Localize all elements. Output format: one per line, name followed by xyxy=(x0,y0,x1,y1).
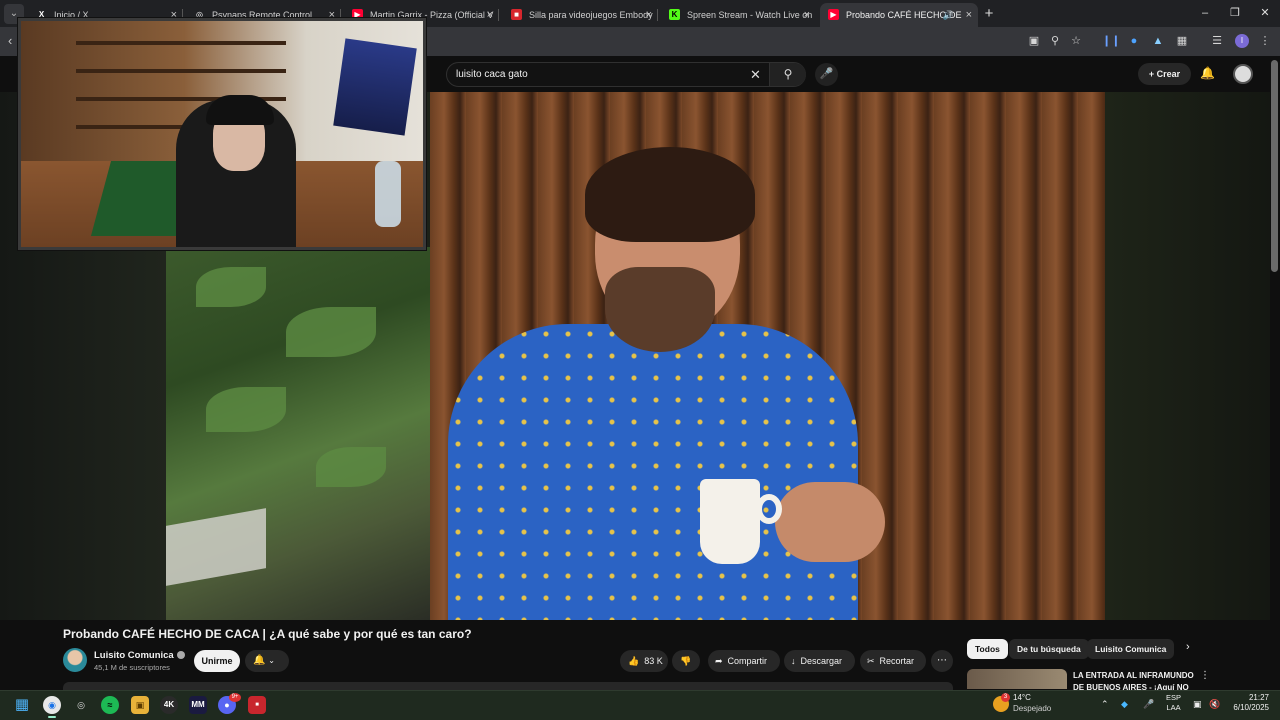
chevron-right-icon[interactable]: › xyxy=(1186,641,1190,653)
description-box[interactable] xyxy=(63,682,953,690)
share-button[interactable]: ➦ Compartir xyxy=(708,650,780,672)
volume-muted-icon[interactable]: 🔇 xyxy=(1209,699,1220,710)
coffee-cup xyxy=(700,479,760,564)
share-label: Compartir xyxy=(727,656,768,666)
tray-app-icon[interactable]: ◆ xyxy=(1121,699,1128,710)
browser-menu-icon[interactable]: ⋮ xyxy=(1257,33,1273,49)
network-icon[interactable]: ▣ xyxy=(1193,699,1202,710)
bell-icon: 🔔 xyxy=(253,655,266,666)
tab-silla[interactable]: ■ Silla para videojuegos Embody × xyxy=(503,3,658,27)
chrome-icon[interactable]: ◉ xyxy=(43,696,61,714)
clear-search-icon[interactable]: ✕ xyxy=(750,63,761,86)
recommendation-thumbnail[interactable] xyxy=(967,669,1067,689)
microphone-icon[interactable]: 🎤 xyxy=(1143,699,1154,710)
dislike-button[interactable]: 👎 xyxy=(672,650,700,672)
restore-button[interactable]: ❐ xyxy=(1218,0,1252,27)
clock-time: 21:27 xyxy=(1248,693,1269,702)
voice-search-button[interactable]: 🎤 xyxy=(815,63,838,86)
scissors-icon: ✂ xyxy=(867,656,875,666)
close-icon[interactable]: × xyxy=(804,3,810,27)
lang-top: ESP xyxy=(1166,693,1182,702)
extension-translate-icon[interactable]: ▲ xyxy=(1150,33,1166,49)
browser-profile-avatar[interactable]: I xyxy=(1235,34,1249,48)
tab-title: Silla para videojuegos Embody xyxy=(529,10,653,20)
tab-probando-cafe[interactable]: ▶ Probando CAFÉ HECHO DE 🔊 × xyxy=(820,3,978,27)
chip-from-search[interactable]: De tu búsqueda xyxy=(1009,639,1089,659)
search-input[interactable]: luisito caca gato xyxy=(456,63,528,86)
recommendation-title[interactable]: LA ENTRADA AL INFRAMUNDO DE BUENOS AIRES… xyxy=(1073,670,1198,690)
verified-icon xyxy=(176,651,185,660)
join-button[interactable]: Unirme xyxy=(194,650,240,672)
4k-downloader-icon[interactable]: 4K xyxy=(160,696,178,714)
system-clock[interactable]: 21:27 6/10/2025 xyxy=(1226,693,1269,713)
thumbs-up-icon: 👍 xyxy=(628,656,640,666)
extensions-puzzle-icon[interactable]: ▦ xyxy=(1174,33,1190,49)
subscriber-count: 45,1 M de suscriptores xyxy=(94,663,170,672)
weather-temperature[interactable]: 14°C xyxy=(1013,693,1031,702)
youtube-icon: ▶ xyxy=(828,9,839,20)
create-button[interactable]: + Crear xyxy=(1138,63,1191,85)
more-actions-button[interactable]: ⋯ xyxy=(931,650,953,672)
search-box[interactable]: luisito caca gato ✕ ⚲ xyxy=(446,62,806,87)
search-button[interactable]: ⚲ xyxy=(769,63,806,86)
create-label: Crear xyxy=(1156,69,1181,79)
subscription-bell-button[interactable]: 🔔 ⌄ xyxy=(245,650,289,672)
extension-audio-icon[interactable]: ❙❙ xyxy=(1102,33,1120,49)
discord-notification-badge: 9+ xyxy=(229,693,241,702)
store-icon: ■ xyxy=(511,9,522,20)
close-icon[interactable]: × xyxy=(646,3,652,27)
file-explorer-icon[interactable]: ▣ xyxy=(131,696,149,714)
thumbs-down-icon: 👎 xyxy=(680,656,692,666)
download-icon: ↓ xyxy=(791,656,796,666)
browser-alt-icon[interactable]: ◎ xyxy=(72,696,90,714)
tab-spreen-stream[interactable]: K Spreen Stream - Watch Live on × xyxy=(661,3,816,27)
kick-icon: K xyxy=(669,9,680,20)
channel-name: Luisito Comunica xyxy=(94,650,174,661)
clip-button[interactable]: ✂ Recortar xyxy=(860,650,926,672)
window-close-button[interactable]: ✕ xyxy=(1248,0,1280,27)
video-person xyxy=(448,324,858,620)
page-scrollbar[interactable] xyxy=(1271,60,1278,272)
zoom-icon[interactable]: ⚲ xyxy=(1047,33,1063,49)
lang-bottom: LAA xyxy=(1166,703,1181,712)
clock-date: 6/10/2025 xyxy=(1233,703,1269,712)
media-controls-icon[interactable]: ☰ xyxy=(1209,33,1225,49)
channel-avatar[interactable] xyxy=(63,648,87,672)
new-tab-button[interactable]: + xyxy=(981,4,997,24)
extension-shield-icon[interactable]: ● xyxy=(1126,33,1142,49)
input-language[interactable]: ESP LAA xyxy=(1166,693,1181,713)
close-icon[interactable]: × xyxy=(487,3,493,27)
weather-badge: 3 xyxy=(1001,693,1010,702)
news-app-icon[interactable]: ■ xyxy=(248,696,266,714)
chevron-down-icon: ⌄ xyxy=(268,656,275,665)
recommendation-menu-icon[interactable]: ⋮ xyxy=(1200,670,1210,681)
close-icon[interactable]: × xyxy=(966,3,972,27)
weather-condition[interactable]: Despejado xyxy=(1013,704,1051,713)
share-icon: ➦ xyxy=(715,656,723,666)
minimize-button[interactable]: – xyxy=(1188,0,1222,27)
clip-label: Recortar xyxy=(879,656,915,666)
notifications-bell-icon[interactable]: 🔔 xyxy=(1200,66,1215,80)
account-avatar[interactable] xyxy=(1233,64,1253,84)
download-label: Descargar xyxy=(800,656,843,666)
download-button[interactable]: ↓ Descargar xyxy=(784,650,855,672)
video-title: Probando CAFÉ HECHO DE CACA | ¿A qué sab… xyxy=(63,627,472,641)
install-app-icon[interactable]: ▣ xyxy=(1026,33,1042,49)
spotify-icon[interactable]: ≈ xyxy=(101,696,119,714)
tray-chevron-icon[interactable]: ⌃ xyxy=(1101,699,1109,710)
chip-all[interactable]: Todos xyxy=(967,639,1008,659)
channel-name-link[interactable]: Luisito Comunica xyxy=(94,650,185,661)
chip-channel[interactable]: Luisito Comunica xyxy=(1087,639,1175,659)
tab-title: Spreen Stream - Watch Live on xyxy=(687,10,813,20)
like-button[interactable]: 👍 83 K xyxy=(620,650,668,672)
like-count: 83 K xyxy=(644,656,663,666)
plus-icon: + xyxy=(1148,69,1157,79)
back-arrow-icon[interactable]: ‹ xyxy=(8,33,12,48)
mm-app-icon[interactable]: MM xyxy=(189,696,207,714)
webcam-overlay xyxy=(18,18,426,250)
windows-start-icon[interactable]: ▦ xyxy=(13,696,31,714)
bookmark-star-icon[interactable]: ☆ xyxy=(1068,33,1084,49)
screen: ⌄ X Inicio / X × ◎ Psynaps Remote Contro… xyxy=(0,0,1280,720)
speaker-icon[interactable]: 🔊 xyxy=(943,3,954,27)
